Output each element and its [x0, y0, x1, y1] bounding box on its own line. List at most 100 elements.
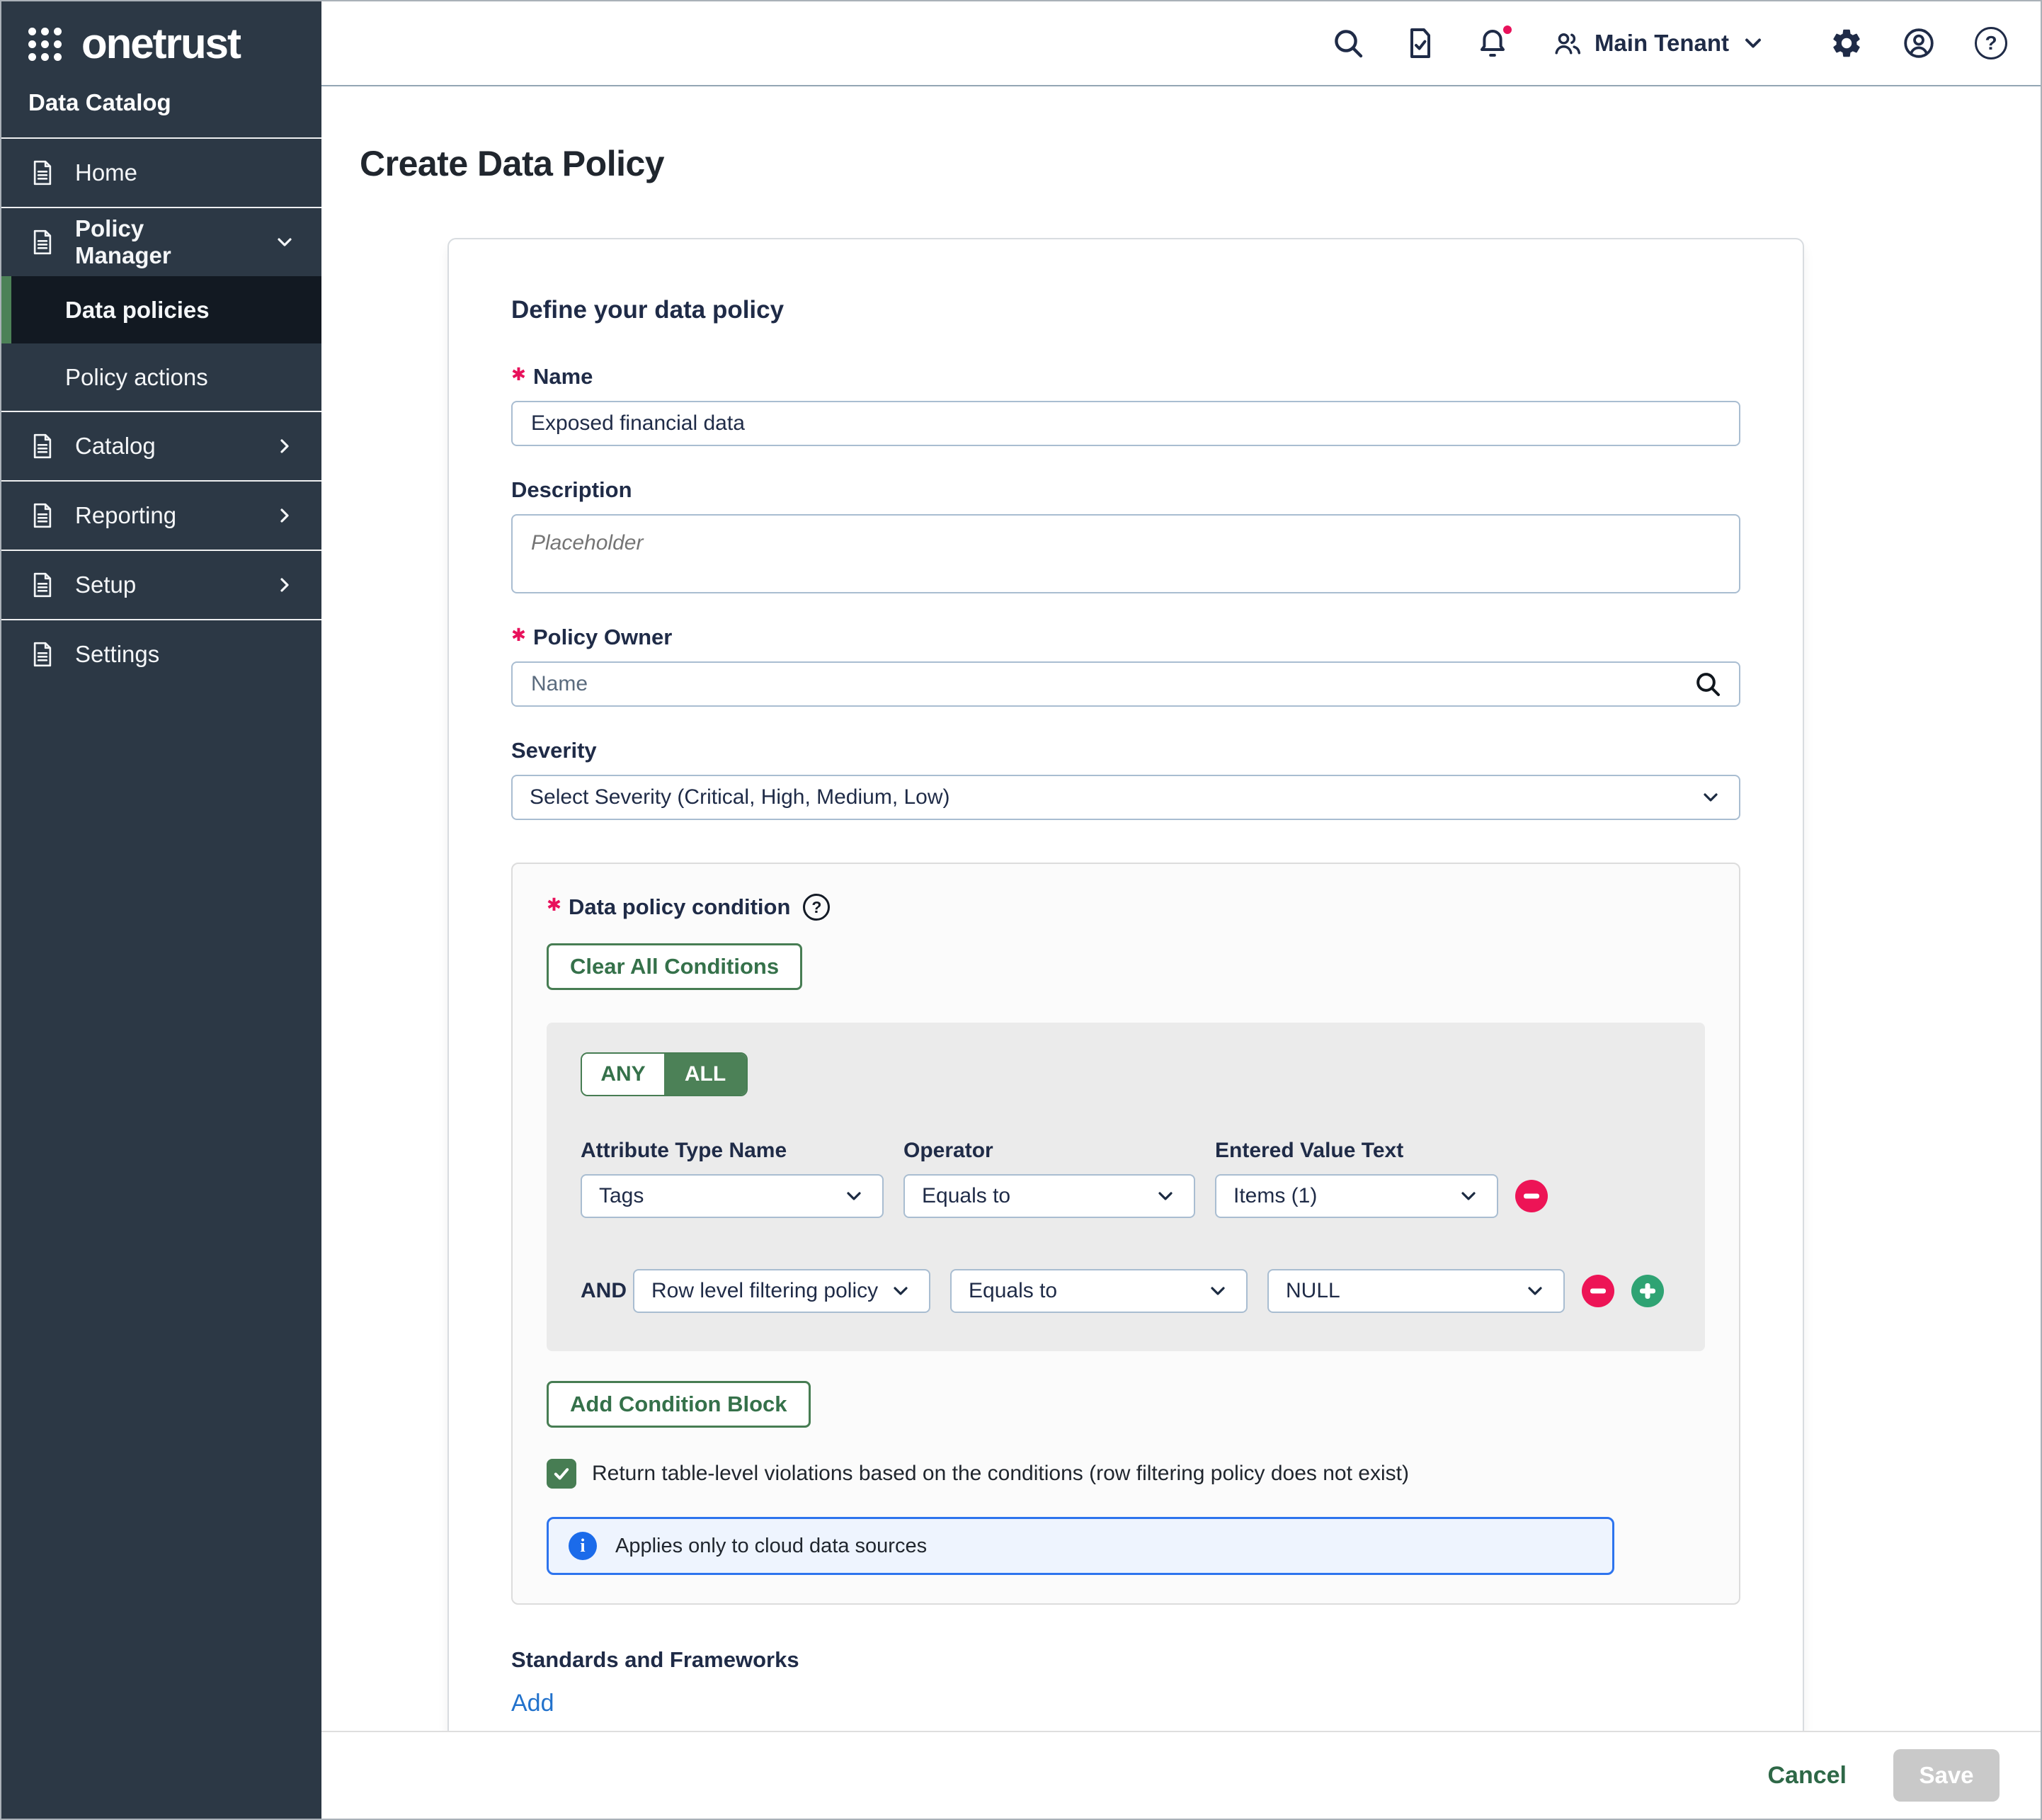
policy-owner-label: ✱ Policy Owner: [511, 625, 1740, 650]
cancel-button[interactable]: Cancel: [1768, 1762, 1847, 1790]
description-input[interactable]: [511, 514, 1740, 593]
account-icon[interactable]: [1902, 26, 1936, 60]
gear-icon[interactable]: [1830, 26, 1864, 60]
table-level-violations-option: Return table-level violations based on t…: [547, 1459, 1705, 1489]
severity-field-group: Severity Select Severity (Critical, High…: [511, 738, 1740, 820]
required-asterisk: ✱: [547, 894, 561, 916]
sidebar-item-label: Data policies: [65, 297, 210, 324]
search-icon[interactable]: [1331, 26, 1365, 60]
document-icon: [28, 432, 57, 460]
policy-owner-field-group: ✱ Policy Owner: [511, 625, 1740, 707]
chevron-down-icon: [1457, 1185, 1480, 1207]
sidebar-item-catalog[interactable]: Catalog: [1, 412, 321, 480]
onetrust-wordmark: onetrust: [81, 23, 240, 65]
sidebar-item-label: Policy actions: [65, 364, 208, 391]
conjunction-label: AND: [581, 1279, 622, 1303]
value-select[interactable]: Items (1): [1215, 1174, 1498, 1218]
condition-help-icon[interactable]: ?: [803, 894, 830, 921]
toggle-all[interactable]: ALL: [664, 1054, 746, 1095]
tenant-people-icon: [1552, 28, 1583, 59]
checkbox-checked[interactable]: [547, 1459, 576, 1489]
sidebar-item-policy-manager[interactable]: Policy Manager: [1, 208, 321, 276]
required-asterisk: ✱: [511, 364, 526, 385]
sidebar-item-settings[interactable]: Settings: [1, 620, 321, 688]
sidebar-item-label: Home: [75, 159, 137, 186]
severity-select-value: Select Severity (Critical, High, Medium,…: [530, 785, 950, 809]
policy-owner-input[interactable]: [511, 661, 1740, 707]
document-icon: [28, 228, 57, 256]
document-check-icon[interactable]: [1403, 26, 1437, 60]
chevron-down-icon: [1699, 786, 1722, 809]
sidebar-item-reporting[interactable]: Reporting: [1, 482, 321, 550]
sidebar-item-label: Catalog: [75, 433, 156, 460]
chevron-down-icon: [843, 1185, 865, 1207]
remove-condition-icon[interactable]: [1582, 1275, 1614, 1307]
standards-label: Standards and Frameworks: [511, 1647, 1740, 1673]
footer-actions: Cancel Save: [321, 1731, 2041, 1819]
chevron-down-icon: [889, 1280, 912, 1302]
value-select[interactable]: NULL: [1267, 1269, 1565, 1313]
chevron-down-icon: [1207, 1280, 1229, 1302]
standards-add-link[interactable]: Add: [511, 1690, 554, 1717]
toggle-any[interactable]: ANY: [582, 1054, 664, 1095]
document-icon: [28, 159, 57, 187]
condition-label: ✱ Data policy condition: [547, 894, 790, 920]
section-title: Define your data policy: [511, 296, 1740, 324]
clear-all-conditions-button[interactable]: Clear All Conditions: [547, 943, 802, 990]
help-icon[interactable]: ?: [1974, 26, 2008, 60]
content: Create Data Policy Define your data poli…: [321, 86, 2041, 1731]
attribute-select[interactable]: Row level filtering policy: [633, 1269, 930, 1313]
any-all-toggle: ANY ALL: [581, 1052, 748, 1096]
name-label: ✱ Name: [511, 364, 1740, 389]
chevron-down-icon: [1740, 30, 1766, 56]
product-label: Data Catalog: [1, 72, 321, 137]
sidebar-item-home[interactable]: Home: [1, 139, 321, 207]
remove-condition-icon[interactable]: [1515, 1180, 1548, 1212]
checkbox-label: Return table-level violations based on t…: [592, 1462, 1409, 1486]
required-asterisk: ✱: [511, 625, 526, 646]
info-icon: i: [569, 1532, 597, 1560]
column-header: Operator: [903, 1139, 1215, 1163]
column-header: Attribute Type Name: [581, 1139, 903, 1163]
name-field-group: ✱ Name: [511, 364, 1740, 446]
chevron-right-icon: [273, 435, 296, 457]
severity-label: Severity: [511, 738, 1740, 763]
chevron-right-icon: [273, 574, 296, 596]
policy-form-card: Define your data policy ✱ Name Descripti…: [447, 238, 1804, 1731]
standards-section: Standards and Frameworks Add: [511, 1647, 1740, 1717]
condition-block: ANY ALL Attribute Type Name Operator Ent…: [547, 1023, 1705, 1351]
sidebar-item-label: Settings: [75, 641, 159, 668]
document-icon: [28, 571, 57, 599]
sidebar: onetrust Data Catalog Home Policy Manage…: [1, 1, 321, 1819]
sidebar-item-label: Reporting: [75, 502, 176, 529]
sidebar-item-policy-actions[interactable]: Policy actions: [1, 343, 321, 411]
sidebar-item-label: Policy Manager: [75, 215, 236, 269]
save-button[interactable]: Save: [1893, 1749, 2000, 1802]
operator-select[interactable]: Equals to: [903, 1174, 1195, 1218]
add-condition-block-button[interactable]: Add Condition Block: [547, 1381, 811, 1428]
tenant-label: Main Tenant: [1595, 30, 1729, 57]
help-glyph: ?: [1985, 32, 1997, 55]
document-icon: [28, 501, 57, 530]
sidebar-item-setup[interactable]: Setup: [1, 551, 321, 619]
chevron-right-icon: [273, 504, 296, 527]
sidebar-item-label: Setup: [75, 571, 136, 598]
info-banner: i Applies only to cloud data sources: [547, 1517, 1614, 1575]
column-header: Entered Value Text: [1215, 1139, 1403, 1163]
severity-select[interactable]: Select Severity (Critical, High, Medium,…: [511, 775, 1740, 820]
onetrust-logo[interactable]: onetrust: [1, 1, 321, 72]
info-banner-text: Applies only to cloud data sources: [615, 1535, 927, 1558]
condition-column-headers: Attribute Type Name Operator Entered Val…: [581, 1139, 1671, 1163]
main-area: Main Tenant ? Create Data Policy Define …: [321, 1, 2041, 1819]
attribute-select[interactable]: Tags: [581, 1174, 884, 1218]
operator-select[interactable]: Equals to: [950, 1269, 1248, 1313]
tenant-switcher[interactable]: Main Tenant: [1552, 28, 1766, 59]
search-icon[interactable]: [1694, 670, 1722, 698]
notifications-bell-icon[interactable]: [1476, 26, 1510, 60]
onetrust-dots-icon: [28, 28, 62, 61]
sidebar-item-data-policies[interactable]: Data policies: [1, 276, 321, 343]
add-condition-icon[interactable]: [1631, 1275, 1664, 1307]
chevron-down-icon: [1154, 1185, 1177, 1207]
document-icon: [28, 640, 57, 669]
name-input[interactable]: [511, 401, 1740, 446]
